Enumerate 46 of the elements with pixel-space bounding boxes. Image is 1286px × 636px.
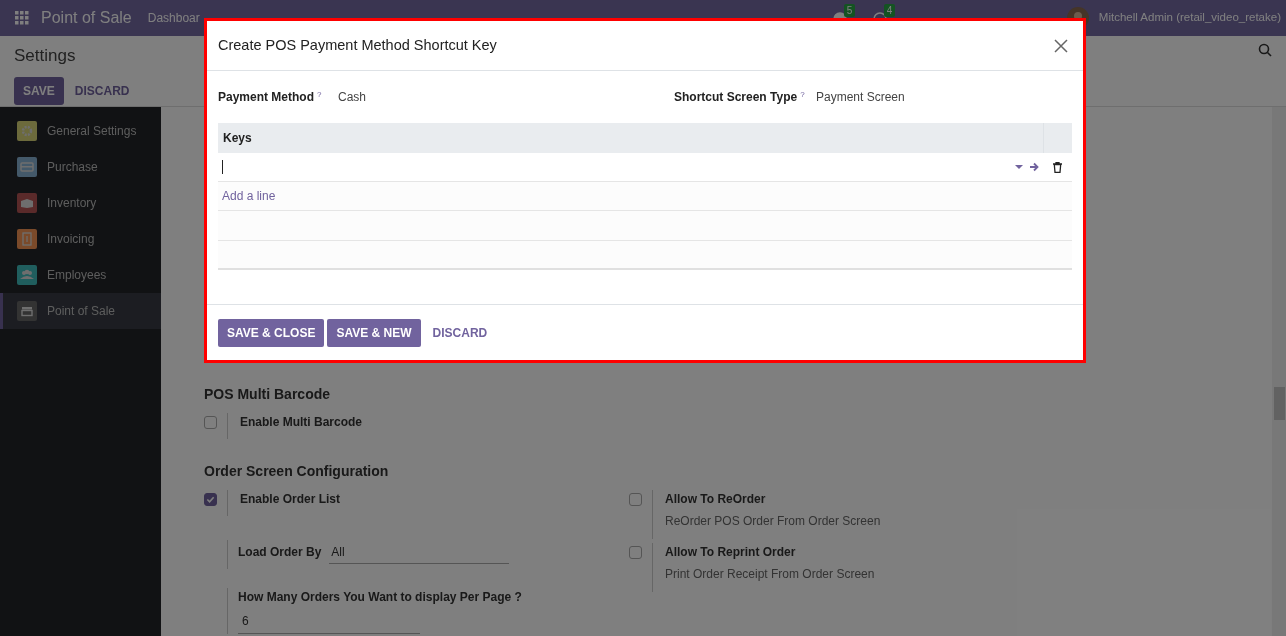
setting-label: Allow To Reprint Order xyxy=(665,544,797,561)
nav-menu-item[interactable]: Dashboar xyxy=(147,9,200,27)
search-icon[interactable] xyxy=(1258,43,1272,57)
sidebar-item[interactable]: Employees xyxy=(0,257,161,293)
setting-label: Allow To ReOrder xyxy=(665,491,767,508)
trash-icon[interactable] xyxy=(1053,161,1062,173)
checkbox[interactable] xyxy=(629,493,642,506)
checkbox[interactable] xyxy=(629,546,642,559)
sidebar-item[interactable]: Purchase xyxy=(0,149,161,185)
checkbox[interactable] xyxy=(204,416,217,429)
field-label: Shortcut Screen Type $^{?}$ xyxy=(674,89,806,106)
setting-label: How Many Orders You Want to display Per Page ? xyxy=(238,589,523,606)
discard-button[interactable]: DISCARD xyxy=(423,318,497,347)
section-title: Order Screen Configuration xyxy=(204,462,390,481)
checkmark-icon xyxy=(206,495,215,504)
setting-label: Enable Multi Barcode xyxy=(240,414,363,431)
save-close-button[interactable]: SAVE & CLOSE xyxy=(218,318,325,347)
sidebar-item[interactable]: General Settings xyxy=(0,113,161,149)
discard-button[interactable]: DISCARD xyxy=(65,76,139,105)
field-label: Payment Method $^{?}$ xyxy=(218,89,323,106)
sidebar-item[interactable]: Point of Sale xyxy=(0,293,161,329)
checkbox[interactable] xyxy=(204,493,217,506)
close-icon[interactable] xyxy=(1054,38,1068,53)
setting-description: ReOrder POS Order From Order Screen xyxy=(665,513,881,530)
add-line-link[interactable]: Add a line xyxy=(222,187,276,205)
load-order-field[interactable]: All xyxy=(329,540,510,564)
field-value: Payment Screen xyxy=(816,89,905,106)
setting-description: Print Order Receipt From Order Screen xyxy=(665,566,875,583)
page-title: Settings xyxy=(14,46,76,65)
field-value: Cash xyxy=(338,89,366,106)
caret-icon[interactable] xyxy=(1015,164,1023,170)
setting-label: Enable Order List xyxy=(240,491,341,508)
apps-menu-icon[interactable] xyxy=(15,11,29,25)
setting-label: Load Order By xyxy=(238,544,322,561)
orders-per-page-field[interactable]: 6 xyxy=(238,612,420,634)
section-title: POS Multi Barcode xyxy=(204,385,332,404)
save-button[interactable]: SAVE xyxy=(14,76,64,105)
save-new-button[interactable]: SAVE & NEW xyxy=(327,318,421,347)
user-name[interactable]: Mitchell Admin (retail_video_retake) xyxy=(1098,9,1281,27)
notification-badge: 5 xyxy=(843,4,856,17)
notification-badge: 4 xyxy=(883,4,896,17)
app-title[interactable]: Point of Sale xyxy=(41,6,132,30)
arrow-right-icon[interactable] xyxy=(1029,162,1039,172)
sidebar-item[interactable]: Inventory xyxy=(0,185,161,221)
sidebar-item[interactable]: Invoicing xyxy=(0,221,161,257)
dialog-title: Create POS Payment Method Shortcut Key xyxy=(218,35,497,55)
